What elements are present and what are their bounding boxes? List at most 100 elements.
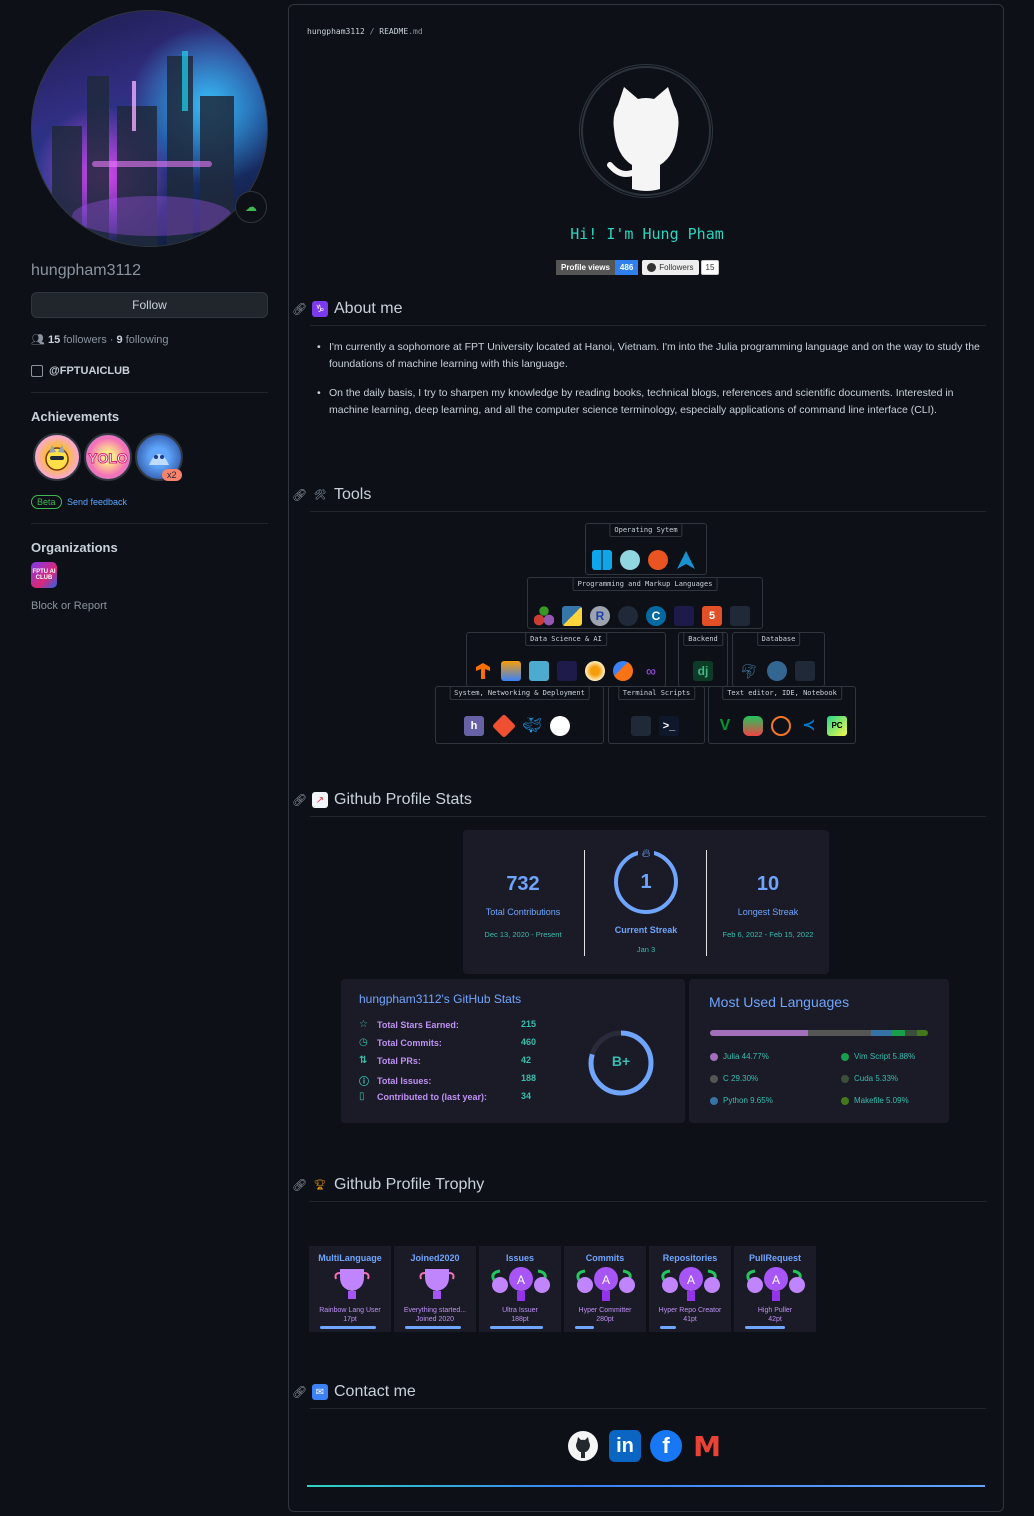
github-contact-link[interactable] (567, 1430, 599, 1462)
language-item: Vim Script 5.88% (841, 1052, 915, 1061)
tools-heading: 🔗︎ 🛠︎ Tools (292, 486, 371, 504)
achievements-title: Achievements (31, 409, 120, 424)
stat-row: ☆ Total Stars Earned: (359, 1019, 459, 1030)
markdown-icon (730, 606, 750, 626)
trophy-rank-name: Ultra Issuer (502, 1307, 538, 1314)
send-feedback-link[interactable]: Send feedback (67, 497, 127, 507)
vim-icon: V (719, 717, 731, 734)
following-label[interactable]: following (126, 334, 169, 346)
organization-link[interactable]: @FPTUAICLUB (31, 365, 130, 377)
gmail-contact-link[interactable]: M (691, 1429, 723, 1463)
trophy-points: 188pt (511, 1316, 529, 1323)
trophy-category: MultiLanguage (318, 1253, 382, 1263)
followers-badge-label: Followers (659, 263, 694, 272)
profile-views-label: Profile views (556, 260, 615, 275)
language-dot (841, 1096, 849, 1105)
breadcrumb-user[interactable]: hungpham3112 (307, 27, 365, 36)
status-emoji-icon[interactable]: ☁ (235, 191, 267, 223)
anchor-link-icon[interactable]: 🔗︎ (292, 1385, 307, 1399)
rust-icon (618, 606, 638, 626)
followers-count[interactable]: 15 (48, 334, 60, 346)
followers-badge[interactable]: Followers 15 (642, 260, 720, 275)
trophy-category: Repositories (662, 1253, 718, 1263)
trophy-points: 17pt (343, 1316, 357, 1323)
organization-handle[interactable]: @FPTUAICLUB (49, 365, 130, 377)
facebook-contact-link[interactable]: f (650, 1430, 682, 1462)
trophy-card[interactable]: MultiLanguage Rainbow Lang User 17pt (309, 1246, 391, 1332)
language-segment (807, 1030, 872, 1036)
following-count[interactable]: 9 (117, 334, 123, 346)
about-title: About me (334, 300, 403, 317)
matplotlib-icon (585, 661, 605, 681)
language-dot (710, 1074, 718, 1083)
github-stats-card: hungpham3112's GitHub Stats ☆ Total Stars… (341, 979, 685, 1123)
languages-progress-bar (710, 1030, 928, 1036)
language-segment (710, 1030, 808, 1036)
trophy-icon (419, 1269, 455, 1299)
language-item: Python 9.65% (710, 1096, 773, 1105)
footer-wave-divider (307, 1485, 985, 1487)
profile-views-badge[interactable]: Profile views 486 (556, 260, 639, 275)
achievement-badge-yolo[interactable]: YOLO (84, 433, 132, 481)
anchor-link-icon[interactable]: 🔗︎ (292, 488, 307, 502)
trophy-progress-bar (405, 1326, 461, 1329)
divider (310, 816, 986, 817)
list-item: On the daily basis, I try to sharpen my … (315, 385, 981, 419)
breadcrumb-file[interactable]: README (379, 27, 408, 36)
r-language-icon: R (590, 606, 610, 626)
anchor-link-icon[interactable]: 🔗︎ (292, 793, 307, 807)
issue-icon: ⓘ (359, 1077, 369, 1088)
trophy-rank-name: Everything started... (403, 1307, 467, 1314)
stat-row: ◷ Total Commits: (359, 1037, 442, 1048)
linkedin-contact-link[interactable]: in (609, 1430, 641, 1462)
total-contributions-label: Total Contributions (485, 907, 561, 917)
followers-label[interactable]: followers (63, 334, 106, 346)
language-item: Makefile 5.09% (841, 1096, 909, 1105)
tools-group-label: Database (756, 632, 801, 646)
trophy-card[interactable]: Commits A Hyper Committer 280pt (564, 1246, 646, 1332)
anchor-link-icon[interactable]: 🔗︎ (292, 302, 307, 316)
divider (706, 850, 707, 956)
tools-emoji-icon: 🛠︎ (313, 489, 327, 501)
trophy-card[interactable]: Repositories A Hyper Repo Creator 41pt (649, 1246, 731, 1332)
trophy-progress-bar (490, 1326, 543, 1329)
tools-group-os: Operating Sytem (585, 523, 707, 575)
trophy-emoji-icon: 🏆︎ (313, 1179, 327, 1191)
github-octocat-logo (580, 65, 712, 197)
c-language-icon: C (646, 606, 666, 626)
greeting-heading: Hi! I'm Hung Pham (570, 225, 724, 243)
tools-group-backend: Backend dj (678, 632, 728, 687)
achievement-badge-hungry[interactable] (33, 433, 81, 481)
org-fptuaiclub-avatar[interactable]: FPTU AI CLUB (31, 562, 57, 588)
languages-title: Most Used Languages (709, 994, 850, 1010)
django-icon: dj (693, 661, 713, 681)
pandas-icon (501, 661, 521, 681)
language-segment (905, 1030, 917, 1036)
trophy-points: 280pt (596, 1316, 614, 1323)
svg-text:A: A (687, 1273, 695, 1287)
divider (310, 1408, 986, 1409)
anchor-link-icon[interactable]: 🔗︎ (292, 1178, 307, 1192)
gmail-icon: M (693, 1429, 721, 1463)
trophy-card[interactable]: PullRequest A High Puller 42pt (734, 1246, 816, 1332)
cuda-icon (674, 606, 694, 626)
about-list: I'm currently a sophomore at FPT Univers… (315, 339, 981, 431)
stat-value: 188 (521, 1073, 537, 1083)
mailbox-emoji-icon: ✉ (312, 1384, 328, 1400)
github-stats-title: hungpham3112's GitHub Stats (359, 992, 522, 1006)
trophy-card[interactable]: Issues A Ultra Issuer 188pt (479, 1246, 561, 1332)
breadcrumb-separator: / (369, 27, 375, 36)
languages-card: Most Used Languages Julia 44.77% C 29.30… (689, 979, 949, 1123)
follow-button[interactable]: Follow (31, 292, 268, 318)
achievement-multiplier-badge: x2 (162, 469, 182, 481)
trophy-progress-bar (660, 1326, 676, 1329)
pycharm-icon: PC (827, 716, 847, 736)
contact-title: Contact me (334, 1383, 416, 1400)
people-icon: 👥︎ (31, 334, 45, 346)
svg-text:A: A (602, 1273, 610, 1287)
trophy-points: 41pt (683, 1316, 697, 1323)
flame-icon: 🔥︎ (638, 845, 654, 861)
block-or-report-link[interactable]: Block or Report (31, 600, 107, 612)
profile-avatar[interactable] (31, 10, 268, 247)
trophy-card[interactable]: Joined2020 Everything started... Joined 20… (394, 1246, 476, 1332)
